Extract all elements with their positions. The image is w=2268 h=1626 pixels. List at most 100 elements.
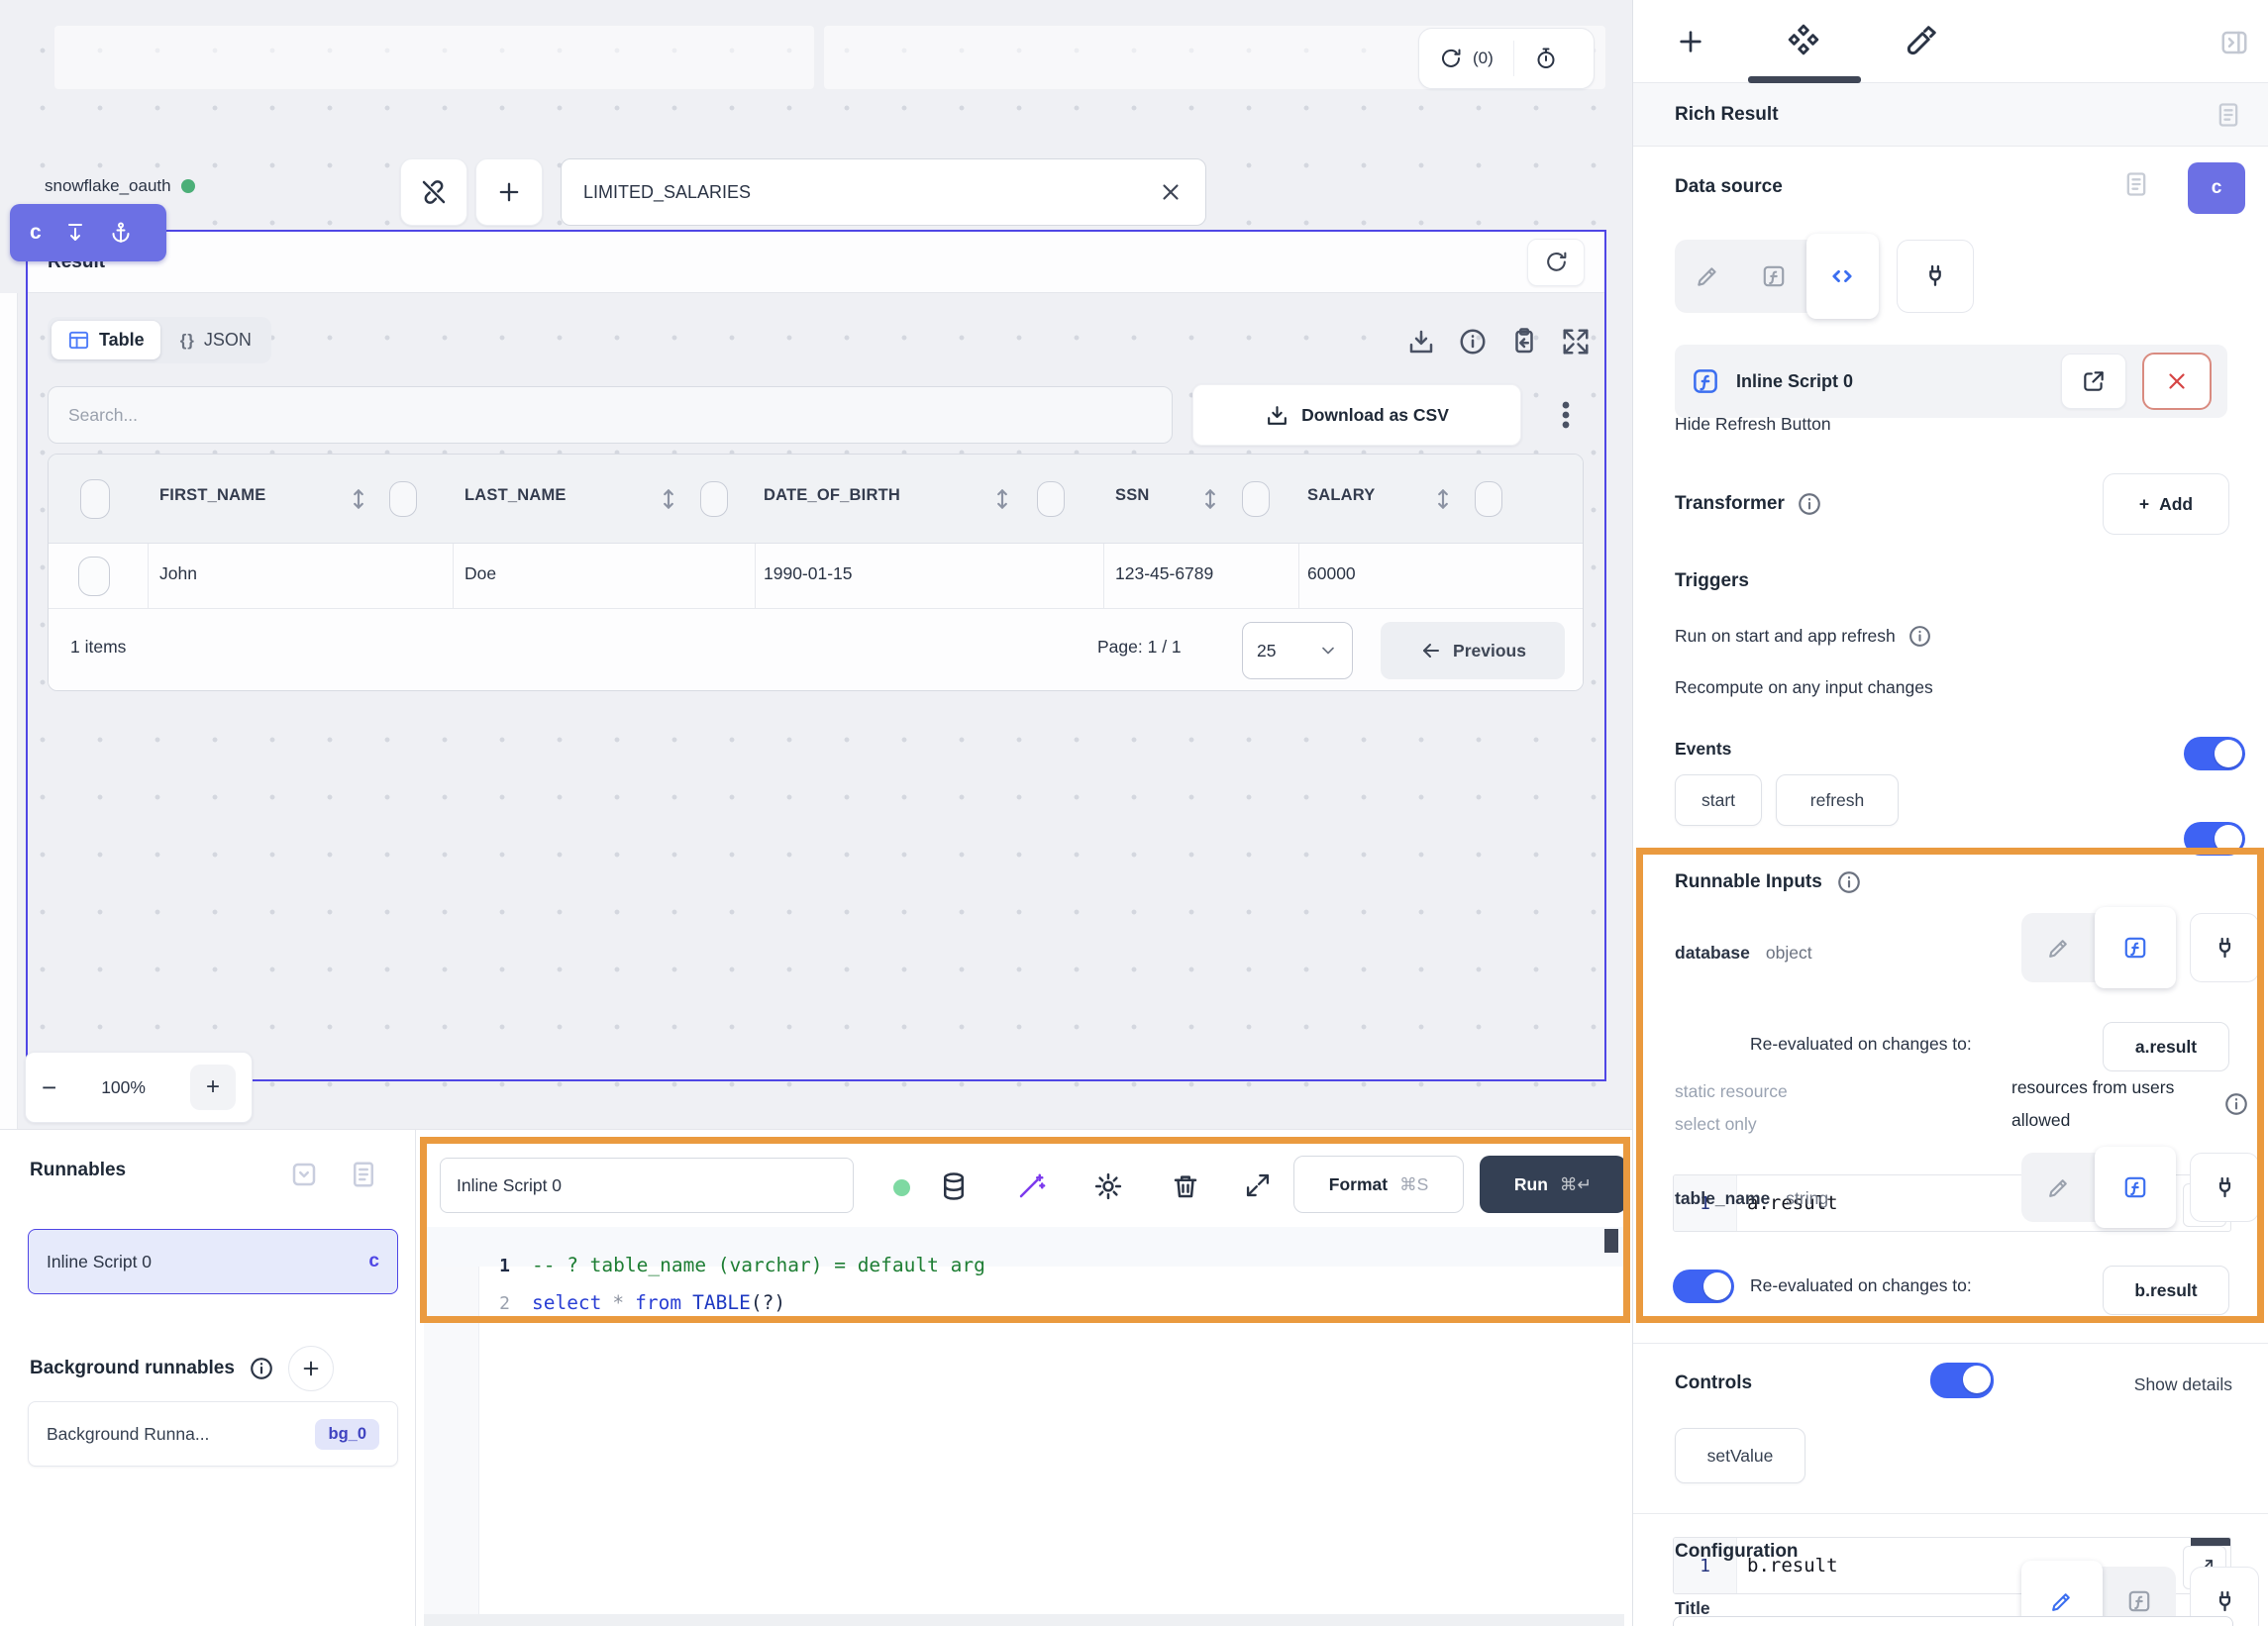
column-header[interactable]: DATE_OF_BIRTH: [764, 486, 900, 505]
title-value-field[interactable]: [1673, 1616, 2233, 1626]
clipboard-import-icon[interactable]: [1509, 327, 1539, 356]
runnable-item-background-0[interactable]: Background Runna... bg_0: [28, 1401, 398, 1467]
format-button[interactable]: Format ⌘S: [1293, 1156, 1464, 1213]
mode-code-button[interactable]: [1806, 234, 1879, 319]
column-checkbox[interactable]: [1242, 481, 1270, 517]
result-search-field[interactable]: [48, 386, 1173, 444]
unlink-button[interactable]: [400, 158, 467, 226]
component-link-badge[interactable]: c: [2188, 162, 2245, 214]
tab-table[interactable]: Table: [52, 321, 160, 359]
connect-source-button[interactable]: [1897, 240, 1974, 313]
mode-function-button[interactable]: [2095, 907, 2176, 987]
document-list-icon[interactable]: [2122, 170, 2150, 198]
open-script-button[interactable]: [2061, 354, 2126, 409]
add-transformer-button[interactable]: + Add: [2103, 473, 2229, 535]
table-select-field[interactable]: [561, 158, 1206, 226]
table-row[interactable]: John Doe 1990-01-15 123-45-6789 60000: [49, 544, 1583, 609]
remove-data-source-button[interactable]: [2142, 353, 2212, 410]
result-search-input[interactable]: [68, 405, 1152, 426]
column-checkbox[interactable]: [1037, 481, 1065, 517]
table-select-input[interactable]: [583, 182, 1158, 203]
components-tab-icon[interactable]: [1784, 22, 1823, 61]
database-button[interactable]: [939, 1171, 969, 1201]
database-icon: [939, 1171, 969, 1201]
editor-scrollbar-thumb[interactable]: [1604, 1229, 1618, 1253]
previous-page-button[interactable]: Previous: [1381, 622, 1565, 679]
styles-tab-icon[interactable]: [1903, 24, 1938, 59]
mode-static-button[interactable]: [2021, 913, 2095, 982]
show-details-link[interactable]: Show details: [2134, 1374, 2232, 1395]
resources-from-users-toggle[interactable]: [1930, 1363, 1994, 1398]
collapse-all-icon[interactable]: [289, 1160, 319, 1189]
select-all-checkbox[interactable]: [80, 479, 110, 519]
expand-icon[interactable]: [1561, 327, 1591, 356]
anchor-icon[interactable]: [109, 221, 133, 245]
column-header[interactable]: SALARY: [1307, 486, 1375, 505]
recompute-toggle[interactable]: [2184, 822, 2245, 856]
runnable-inputs-header: Runnable Inputs: [1675, 869, 1862, 895]
column-header[interactable]: LAST_NAME: [464, 486, 567, 505]
column-header[interactable]: FIRST_NAME: [159, 486, 265, 505]
event-refresh-button[interactable]: refresh: [1776, 774, 1899, 826]
script-name-field[interactable]: [440, 1158, 854, 1213]
run-on-start-toggle[interactable]: [2184, 737, 2245, 770]
move-down-icon[interactable]: [63, 221, 87, 245]
mode-static-button[interactable]: [2021, 1153, 2095, 1222]
control-setvalue-button[interactable]: setValue: [1675, 1428, 1805, 1483]
sort-icon[interactable]: [1197, 486, 1223, 512]
info-icon[interactable]: [1797, 491, 1822, 517]
mode-function-button[interactable]: [2095, 1147, 2176, 1227]
clear-icon[interactable]: [1158, 179, 1184, 205]
info-icon[interactable]: [249, 1356, 274, 1381]
column-checkbox[interactable]: [700, 481, 728, 517]
document-list-icon[interactable]: [349, 1160, 378, 1189]
sort-icon[interactable]: [346, 486, 371, 512]
download-icon[interactable]: [1406, 327, 1436, 356]
refresh-runs-button[interactable]: (0): [1419, 29, 1513, 88]
add-column-button[interactable]: [475, 158, 543, 226]
download-csv-button[interactable]: Download as CSV: [1192, 384, 1521, 446]
sort-icon[interactable]: [989, 486, 1015, 512]
settings-button[interactable]: [1093, 1171, 1123, 1201]
dependency-pill-b-result[interactable]: b.result: [2103, 1266, 2229, 1315]
info-icon[interactable]: [2223, 1091, 2249, 1117]
mode-function-button[interactable]: [1740, 240, 1805, 313]
kebab-menu-icon[interactable]: [1549, 396, 1583, 434]
result-refresh-button[interactable]: [1527, 239, 1585, 286]
selected-data-source-row[interactable]: Inline Script 0: [1675, 345, 2227, 418]
rich-result-widget[interactable]: Result Table {} JSON: [26, 230, 1606, 1081]
row-checkbox[interactable]: [78, 557, 110, 596]
code-line-2[interactable]: 2select*fromTABLE(?): [424, 1269, 785, 1337]
zoom-out-button[interactable]: −: [42, 1072, 56, 1103]
connect-input-button[interactable]: [2190, 913, 2259, 982]
widget-selection-badge[interactable]: c: [10, 204, 166, 261]
info-icon[interactable]: [1836, 869, 1862, 895]
sort-icon[interactable]: [1430, 486, 1456, 512]
tab-json[interactable]: {} JSON: [164, 322, 267, 358]
runnable-item-inline-script-0[interactable]: Inline Script 0 c: [28, 1229, 398, 1294]
run-history-button[interactable]: [1514, 29, 1578, 88]
dependency-pill-a-result[interactable]: a.result: [2103, 1022, 2229, 1071]
zoom-in-button[interactable]: +: [190, 1065, 236, 1110]
add-background-runnable-button[interactable]: [288, 1346, 334, 1391]
collapse-panel-icon[interactable]: [2219, 28, 2249, 57]
info-icon[interactable]: [1458, 327, 1488, 356]
delete-button[interactable]: [1171, 1171, 1200, 1201]
expand-editor-button[interactable]: [1244, 1171, 1272, 1199]
page-size-select[interactable]: 25: [1242, 622, 1353, 679]
mode-static-button[interactable]: [1675, 240, 1740, 313]
editor-hscrollbar[interactable]: [424, 1614, 1624, 1626]
run-button[interactable]: Run ⌘↵: [1480, 1156, 1626, 1213]
ai-assist-button[interactable]: [1016, 1171, 1046, 1201]
event-start-button[interactable]: start: [1675, 774, 1762, 826]
info-icon[interactable]: [1907, 624, 1932, 649]
sort-icon[interactable]: [656, 486, 681, 512]
add-component-tab-icon[interactable]: [1675, 26, 1706, 57]
column-checkbox[interactable]: [1475, 481, 1502, 517]
connect-input-button[interactable]: [2190, 1153, 2259, 1222]
column-header[interactable]: SSN: [1115, 486, 1150, 505]
reeval-database-toggle[interactable]: [1673, 1270, 1734, 1303]
script-name-input[interactable]: [457, 1175, 837, 1196]
document-list-icon[interactable]: [2215, 101, 2242, 129]
column-checkbox[interactable]: [389, 481, 417, 517]
